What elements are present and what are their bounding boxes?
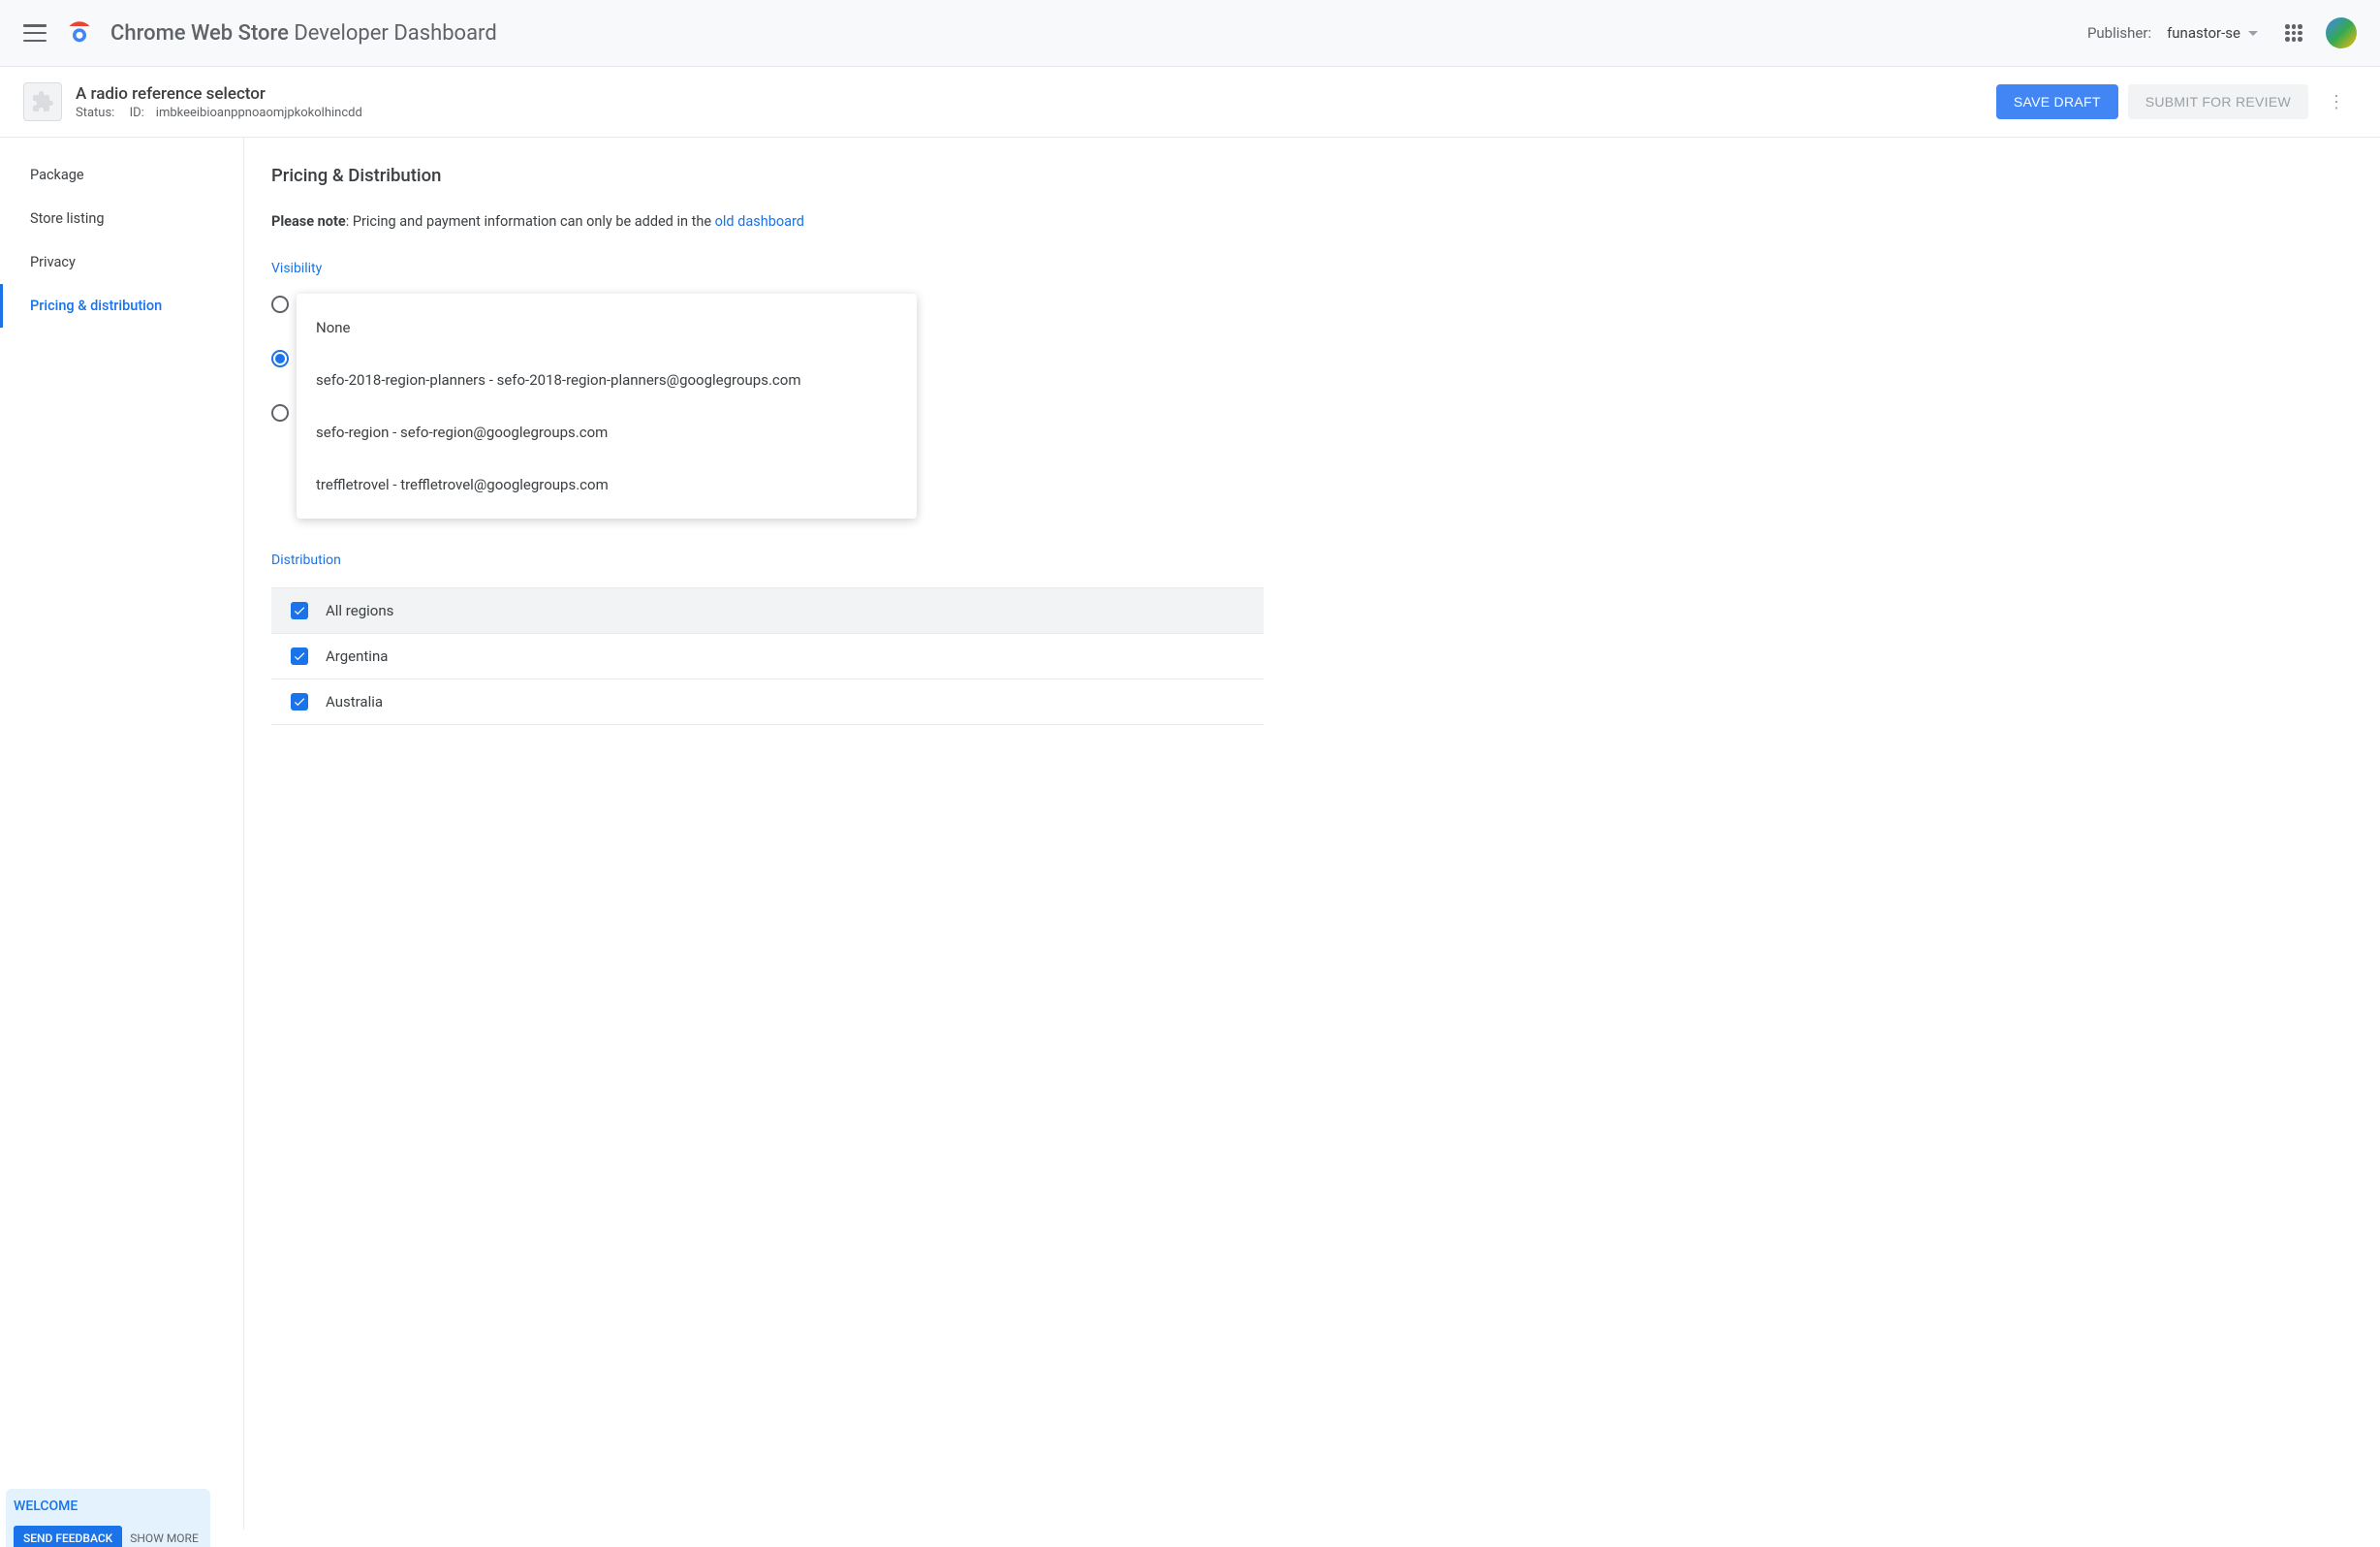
old-dashboard-link[interactable]: old dashboard [715, 213, 804, 230]
submit-review-button[interactable]: SUBMIT FOR REVIEW [2128, 84, 2308, 119]
app-header: Chrome Web Store Developer Dashboard Pub… [0, 0, 2380, 67]
avatar[interactable] [2326, 17, 2357, 48]
chevron-down-icon [2248, 31, 2258, 36]
menu-icon[interactable] [23, 24, 47, 42]
welcome-title: WELCOME [14, 1499, 199, 1520]
welcome-widget: WELCOME SEND FEEDBACK SHOW MORE [6, 1489, 210, 1547]
show-more-link[interactable]: SHOW MORE [130, 1531, 199, 1547]
item-meta: Status: ID:imbkeeibioanppnoaomjpkokolhin… [76, 106, 1987, 120]
distribution-section-label: Distribution [271, 552, 1264, 568]
item-bar: A radio reference selector Status: ID:im… [0, 67, 2380, 138]
send-feedback-button[interactable]: SEND FEEDBACK [14, 1526, 122, 1547]
region-checkbox[interactable] [291, 693, 308, 710]
region-checkbox[interactable] [291, 647, 308, 665]
extension-icon [23, 82, 62, 121]
visibility-radio-2[interactable] [271, 404, 289, 422]
publisher-label: Publisher: [2087, 24, 2151, 42]
more-options-icon[interactable]: ⋮ [2316, 84, 2357, 120]
page-title: Pricing & Distribution [271, 165, 1264, 186]
sidebar-item-store-listing[interactable]: Store listing [0, 197, 243, 240]
chrome-web-store-logo [66, 19, 93, 47]
header-title: Chrome Web Store Developer Dashboard [110, 21, 497, 46]
region-row: Argentina [271, 634, 1264, 679]
region-row: Australia [271, 679, 1264, 725]
main-content: Pricing & Distribution Please note: Pric… [244, 138, 1291, 1530]
pricing-note: Please note: Pricing and payment informa… [271, 213, 1264, 230]
sidebar-item-package[interactable]: Package [0, 153, 243, 197]
visibility-radio-1[interactable] [271, 350, 289, 367]
region-row-all: All regions [271, 587, 1264, 634]
publisher-dropdown[interactable]: funastor-se [2167, 24, 2258, 42]
save-draft-button[interactable]: SAVE DRAFT [1996, 84, 2118, 119]
visibility-radio-0[interactable] [271, 296, 289, 313]
item-name: A radio reference selector [76, 84, 1987, 104]
dropdown-option-none[interactable]: None [297, 301, 917, 354]
region-checkbox-all[interactable] [291, 602, 308, 619]
visibility-section-label: Visibility [271, 261, 1264, 276]
dropdown-option-1[interactable]: sefo-2018-region-planners - sefo-2018-re… [297, 354, 917, 406]
group-dropdown-popup: None sefo-2018-region-planners - sefo-20… [297, 294, 917, 519]
dropdown-option-3[interactable]: treffletrovel - treffletrovel@googlegrou… [297, 458, 917, 511]
apps-grid-icon[interactable] [2285, 24, 2302, 42]
sidebar: Package Store listing Privacy Pricing & … [0, 138, 244, 1530]
dropdown-option-2[interactable]: sefo-region - sefo-region@googlegroups.c… [297, 406, 917, 458]
sidebar-item-privacy[interactable]: Privacy [0, 240, 243, 284]
sidebar-item-pricing-distribution[interactable]: Pricing & distribution [0, 284, 243, 328]
distribution-table: All regions Argentina Australia [271, 587, 1264, 725]
